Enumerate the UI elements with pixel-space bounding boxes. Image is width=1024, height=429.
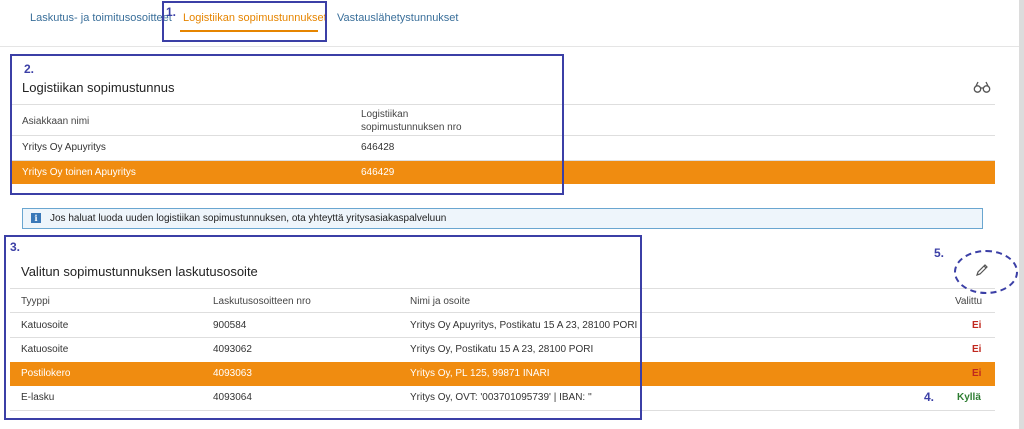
selected-flag: Ei (972, 320, 982, 331)
annotation-label-4: 4. (924, 390, 935, 404)
tab-bar: Laskutus- ja toimitusosoitteet Logistiik… (0, 0, 1024, 47)
column-header-selected: Valittu (955, 296, 983, 307)
annotation-label-2: 2. (24, 62, 35, 76)
annotation-box-2 (10, 54, 564, 195)
tab-return-codes[interactable]: Vastauslähetystunnukset (337, 12, 458, 24)
info-icon: i (31, 213, 41, 223)
info-text: Jos haluat luoda uuden logistiikan sopim… (50, 213, 447, 224)
annotation-box-3 (4, 235, 642, 420)
annotation-label-1: 1. (166, 5, 177, 19)
binoculars-icon[interactable] (973, 80, 991, 94)
selected-flag: Ei (972, 344, 982, 355)
annotation-box-1 (162, 1, 327, 42)
selected-flag: Kyllä (957, 392, 981, 403)
annotation-label-3: 3. (10, 240, 21, 254)
info-banner: i Jos haluat luoda uuden logistiikan sop… (22, 208, 983, 229)
scrollbar[interactable] (1019, 0, 1024, 429)
tab-billing-addresses[interactable]: Laskutus- ja toimitusosoitteet (30, 12, 172, 24)
annotation-circle-5 (954, 250, 1018, 294)
annotation-label-5: 5. (934, 246, 945, 260)
selected-flag: Ei (972, 368, 982, 379)
